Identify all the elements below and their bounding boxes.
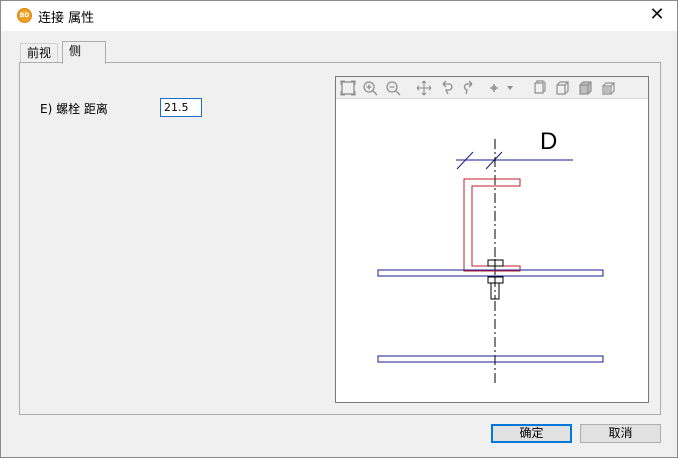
bolt-distance-input[interactable] bbox=[160, 98, 202, 117]
preview-toolbar bbox=[336, 77, 648, 99]
pan-icon[interactable] bbox=[416, 80, 432, 96]
zoom-extents-icon[interactable] bbox=[340, 80, 356, 96]
close-icon[interactable]: ✕ bbox=[645, 4, 669, 28]
bolt-distance-label: E) 螺栓 距离 bbox=[40, 102, 108, 116]
view-iso-icon[interactable] bbox=[600, 80, 616, 96]
tab-strip: 前视 侧 bbox=[20, 41, 660, 64]
view-menu-icon[interactable] bbox=[486, 80, 502, 96]
rotate-left-icon[interactable] bbox=[439, 80, 455, 96]
view-top-icon[interactable] bbox=[577, 80, 593, 96]
title-bar: BD 连接 属性 ✕ bbox=[1, 1, 677, 31]
preview-viewport[interactable]: D bbox=[335, 76, 649, 403]
rotate-right-icon[interactable] bbox=[460, 80, 476, 96]
connection-drawing: D bbox=[377, 128, 604, 384]
dialog-window: BD 连接 属性 ✕ 前视 侧 E) 螺栓 距离 21.5 D 确定 取消 bbox=[0, 0, 678, 458]
ok-button[interactable]: 确定 bbox=[491, 424, 572, 443]
tab-side-view[interactable]: 侧 bbox=[62, 41, 106, 64]
tab-panel: E) 螺栓 距离 D bbox=[19, 62, 661, 415]
dimension-label: D bbox=[540, 128, 557, 155]
app-icon: BD bbox=[17, 8, 32, 23]
cancel-button[interactable]: 取消 bbox=[580, 424, 661, 443]
lower-plate bbox=[377, 355, 604, 363]
tab-front-view[interactable]: 前视 bbox=[20, 43, 59, 63]
zoom-out-icon[interactable] bbox=[385, 80, 401, 96]
zoom-in-icon[interactable] bbox=[362, 80, 378, 96]
chevron-down-icon[interactable] bbox=[505, 80, 515, 96]
view-side-icon[interactable] bbox=[554, 80, 570, 96]
channel-profile bbox=[463, 178, 521, 272]
window-title: 连接 属性 bbox=[38, 11, 95, 26]
view-front-icon[interactable] bbox=[531, 80, 547, 96]
